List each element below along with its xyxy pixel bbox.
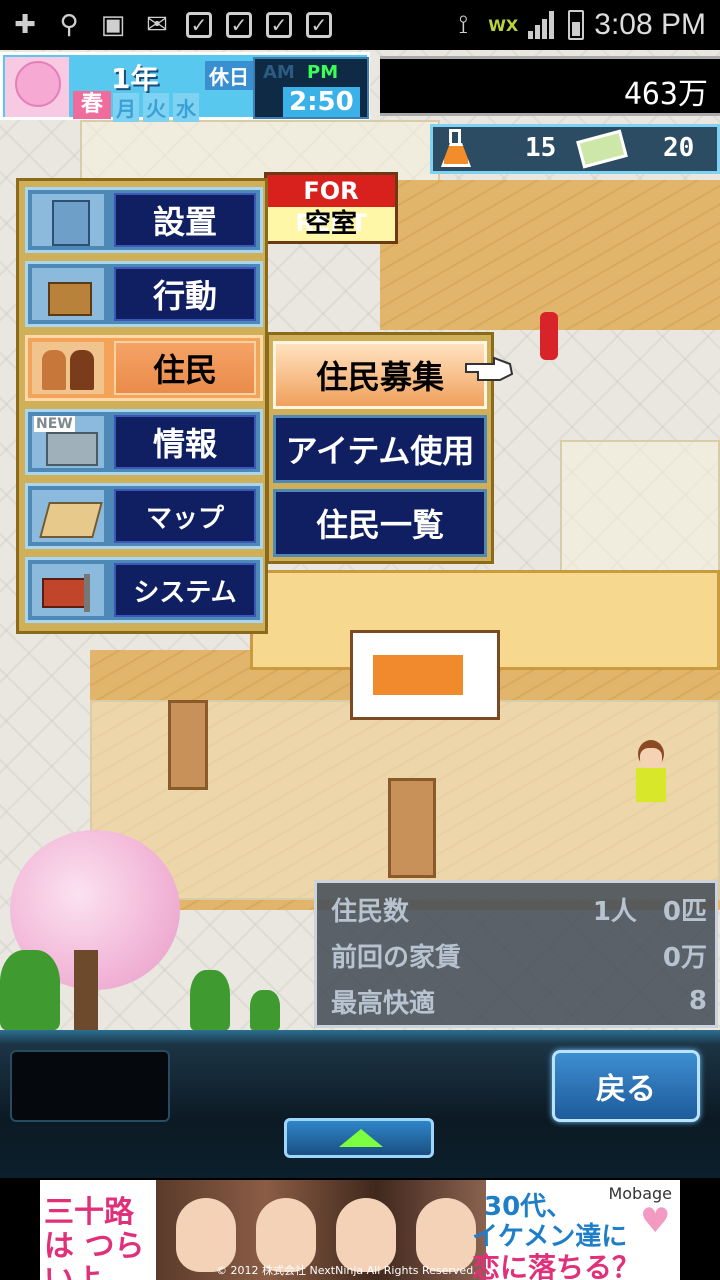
toolbox-icon (32, 564, 104, 616)
holiday-badge: 休日 (205, 61, 253, 90)
stat-row-residents: 住民数 1人 0匹 (331, 889, 707, 929)
bush (0, 950, 60, 1030)
am-indicator: AM (263, 62, 295, 83)
year-label: 1年 (111, 62, 159, 95)
for-rent-sign[interactable]: FOR RENT 空室 (264, 172, 398, 244)
ad-banner[interactable]: 三十路は つらいよ © 2012 株式会社 NextNinja All Righ… (40, 1180, 680, 1280)
info-computer-icon: NEW (32, 416, 104, 468)
menu-item-action[interactable]: 行動 (25, 261, 263, 327)
map-icon (32, 490, 104, 542)
rent-sign-title: FOR RENT (267, 175, 395, 237)
residents-submenu: 住民募集 アイテム使用 住民一覧 (266, 332, 494, 564)
character-face (336, 1198, 396, 1272)
add-icon: ✚ (14, 10, 36, 40)
room-floor (380, 180, 720, 330)
check-icon: ✓ (306, 12, 332, 38)
stat-label: 前回の家賃 (331, 942, 462, 973)
status-bar: ✚ ⚲ ▣ ✉ ✓ ✓ ✓ ✓ ⟟ WX 3:08 PM (0, 0, 720, 50)
menu-label: マップ (114, 489, 256, 543)
game-clock: AM PM 2:50 (253, 57, 369, 119)
main-menu: 設置 行動 住民 NEW 情報 マップ システム (16, 178, 268, 634)
menu-item-residents[interactable]: 住民 (25, 335, 263, 401)
new-badge: NEW (34, 416, 75, 432)
ad-copyright: © 2012 株式会社 NextNinja All Rights Reserve… (216, 1264, 477, 1277)
character-face (416, 1198, 476, 1272)
building-icon (32, 194, 104, 246)
character-face (256, 1198, 316, 1272)
rent-sign-status: 空室 (304, 209, 357, 239)
briefcase-icon (32, 268, 104, 320)
usb-icon: ⚲ (59, 10, 79, 40)
residents-icon (32, 342, 104, 394)
pm-indicator: PM (307, 62, 339, 83)
scroll-up-button[interactable] (284, 1118, 434, 1158)
check-icon: ✓ (186, 12, 212, 38)
bush (250, 990, 280, 1030)
ad-left-text: 三十路は つらいよ (44, 1195, 145, 1280)
resource-panel: 15 20 (430, 124, 720, 174)
control-panel: 戻る (0, 1030, 720, 1178)
weekday-strip: 月 火 水 (113, 93, 199, 122)
cherry-blossom-icon (5, 57, 69, 117)
stat-row-max-comfort: 最高快適 8 (331, 981, 707, 1021)
menu-item-map[interactable]: マップ (25, 483, 263, 549)
ad-line: 恋に落ちる？ (472, 1251, 641, 1280)
stat-row-last-rent: 前回の家賃 0万 (331, 935, 707, 975)
menu-label: 住民 (114, 341, 256, 395)
calendar-panel: 1年 春 月 火 水 休日 AM PM 2:50 (0, 52, 370, 122)
fire-extinguisher (540, 312, 558, 360)
clock-time: 2:50 (283, 87, 360, 117)
season-label: 春 (73, 91, 111, 119)
heart-icon: ♥ (640, 1201, 671, 1241)
pointer-hand-icon (465, 356, 514, 381)
bush (190, 970, 230, 1030)
submenu-item-resident-list[interactable]: 住民一覧 (273, 489, 487, 557)
status-time: 3:08 PM (594, 8, 706, 41)
vibrate-icon: ⟟ (458, 9, 469, 40)
submenu-item-recruit[interactable]: 住民募集 (273, 341, 487, 409)
back-button[interactable]: 戻る (552, 1050, 700, 1122)
money-panel: 463万 (380, 56, 720, 116)
submenu-item-use-item[interactable]: アイテム使用 (273, 415, 487, 483)
ticket-count: 20 (663, 133, 695, 163)
menu-label: システム (114, 563, 256, 617)
weekday: 火 (143, 93, 169, 122)
stat-value: 8 (688, 986, 707, 1016)
image-icon: ▣ (100, 10, 126, 40)
top-hud: 1年 春 月 火 水 休日 AM PM 2:50 463万 (0, 52, 720, 122)
character-face (176, 1198, 236, 1272)
empty-slot (10, 1050, 170, 1122)
menu-item-install[interactable]: 設置 (25, 187, 263, 253)
tree-trunk (74, 950, 98, 1030)
stat-value: 0匹 (662, 896, 707, 927)
flask-icon (439, 129, 473, 169)
menu-item-system[interactable]: システム (25, 557, 263, 623)
ticket-icon (576, 129, 628, 169)
signal-icon (528, 11, 558, 39)
ad-characters-image: © 2012 株式会社 NextNinja All Rights Reserve… (156, 1180, 486, 1280)
flask-count: 15 (525, 133, 557, 163)
menu-label: 情報 (114, 415, 256, 469)
room-door[interactable] (388, 778, 436, 878)
bed[interactable] (350, 630, 500, 720)
menu-item-info[interactable]: NEW 情報 (25, 409, 263, 475)
money-amount: 463万 (623, 77, 708, 112)
weekday: 水 (173, 93, 199, 122)
menu-label: 設置 (114, 193, 256, 247)
check-icon: ✓ (226, 12, 252, 38)
stat-value: 1人 (592, 896, 637, 927)
check-icon: ✓ (266, 12, 292, 38)
weekday: 月 (113, 93, 139, 122)
room-door[interactable] (168, 700, 208, 790)
menu-label: 行動 (114, 267, 256, 321)
battery-icon (568, 10, 585, 40)
stats-panel: 住民数 1人 0匹 前回の家賃 0万 最高快適 8 (314, 880, 718, 1028)
stat-label: 最高快適 (331, 988, 436, 1019)
resident-character[interactable] (630, 740, 670, 814)
mail-icon: ✉ (146, 10, 168, 40)
stat-value: 0万 (662, 942, 707, 973)
network-label: WX (488, 15, 519, 35)
stat-label: 住民数 (331, 896, 410, 927)
